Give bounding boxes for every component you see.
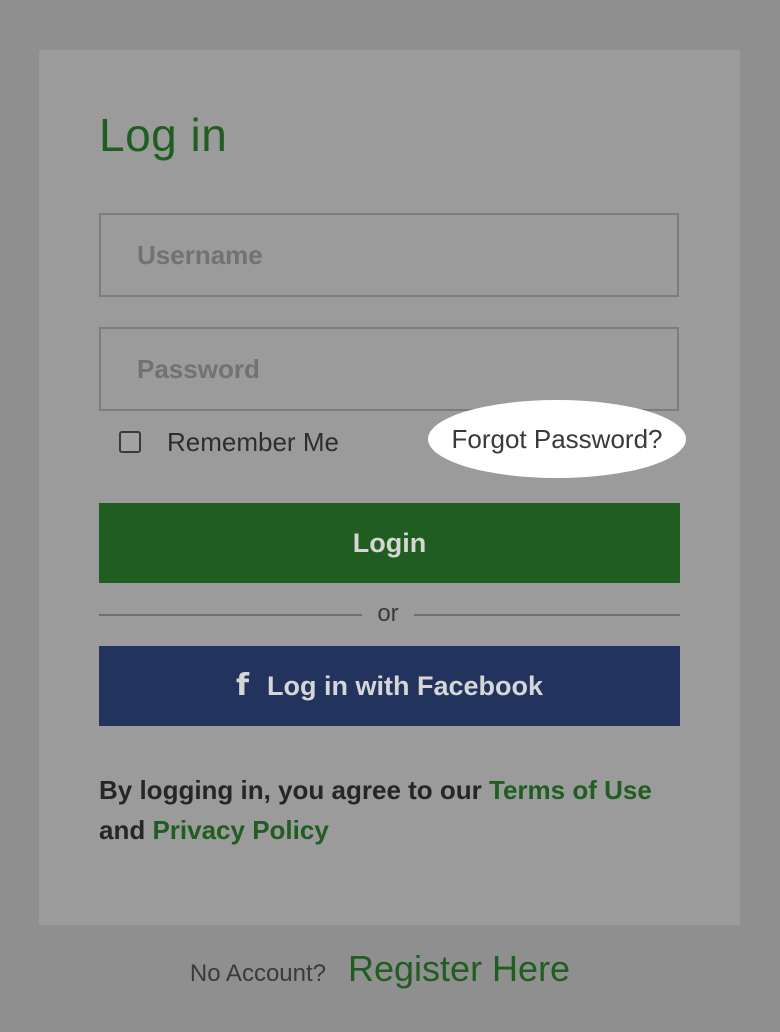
facebook-f-icon: f <box>235 667 250 703</box>
facebook-login-label: Log in with Facebook <box>267 670 544 701</box>
or-divider: or <box>99 600 680 627</box>
forgot-password-link[interactable]: Forgot Password? <box>452 424 663 455</box>
terms-of-use-link[interactable]: Terms of Use <box>489 775 652 805</box>
password-input[interactable] <box>99 327 679 411</box>
remember-me-checkbox[interactable] <box>119 431 141 453</box>
no-account-text: No Account? <box>189 960 326 987</box>
login-card: Log in Remember Me Forgot Password? Logi… <box>39 50 740 925</box>
login-button[interactable]: Login <box>99 503 680 583</box>
agreement-text-1: By logging in, you agree to our <box>99 775 490 805</box>
forgot-password-highlight[interactable]: Forgot Password? <box>428 400 686 478</box>
divider-line-right <box>414 614 680 616</box>
terms-agreement: By logging in, you agree to our Terms of… <box>99 770 699 850</box>
agreement-text-2: and <box>99 815 153 845</box>
page-title: Log in <box>99 109 228 161</box>
register-footer: No Account? Register Here <box>0 948 780 1000</box>
divider-text: or <box>377 600 399 627</box>
divider-line-left <box>99 614 362 616</box>
privacy-policy-link[interactable]: Privacy Policy <box>152 815 328 845</box>
username-input[interactable] <box>99 213 679 297</box>
remember-me-label: Remember Me <box>167 426 339 457</box>
remember-me-toggle[interactable]: Remember Me <box>119 426 339 457</box>
facebook-login-button[interactable]: f Log in with Facebook <box>99 646 680 726</box>
register-link[interactable]: Register Here <box>348 948 570 990</box>
